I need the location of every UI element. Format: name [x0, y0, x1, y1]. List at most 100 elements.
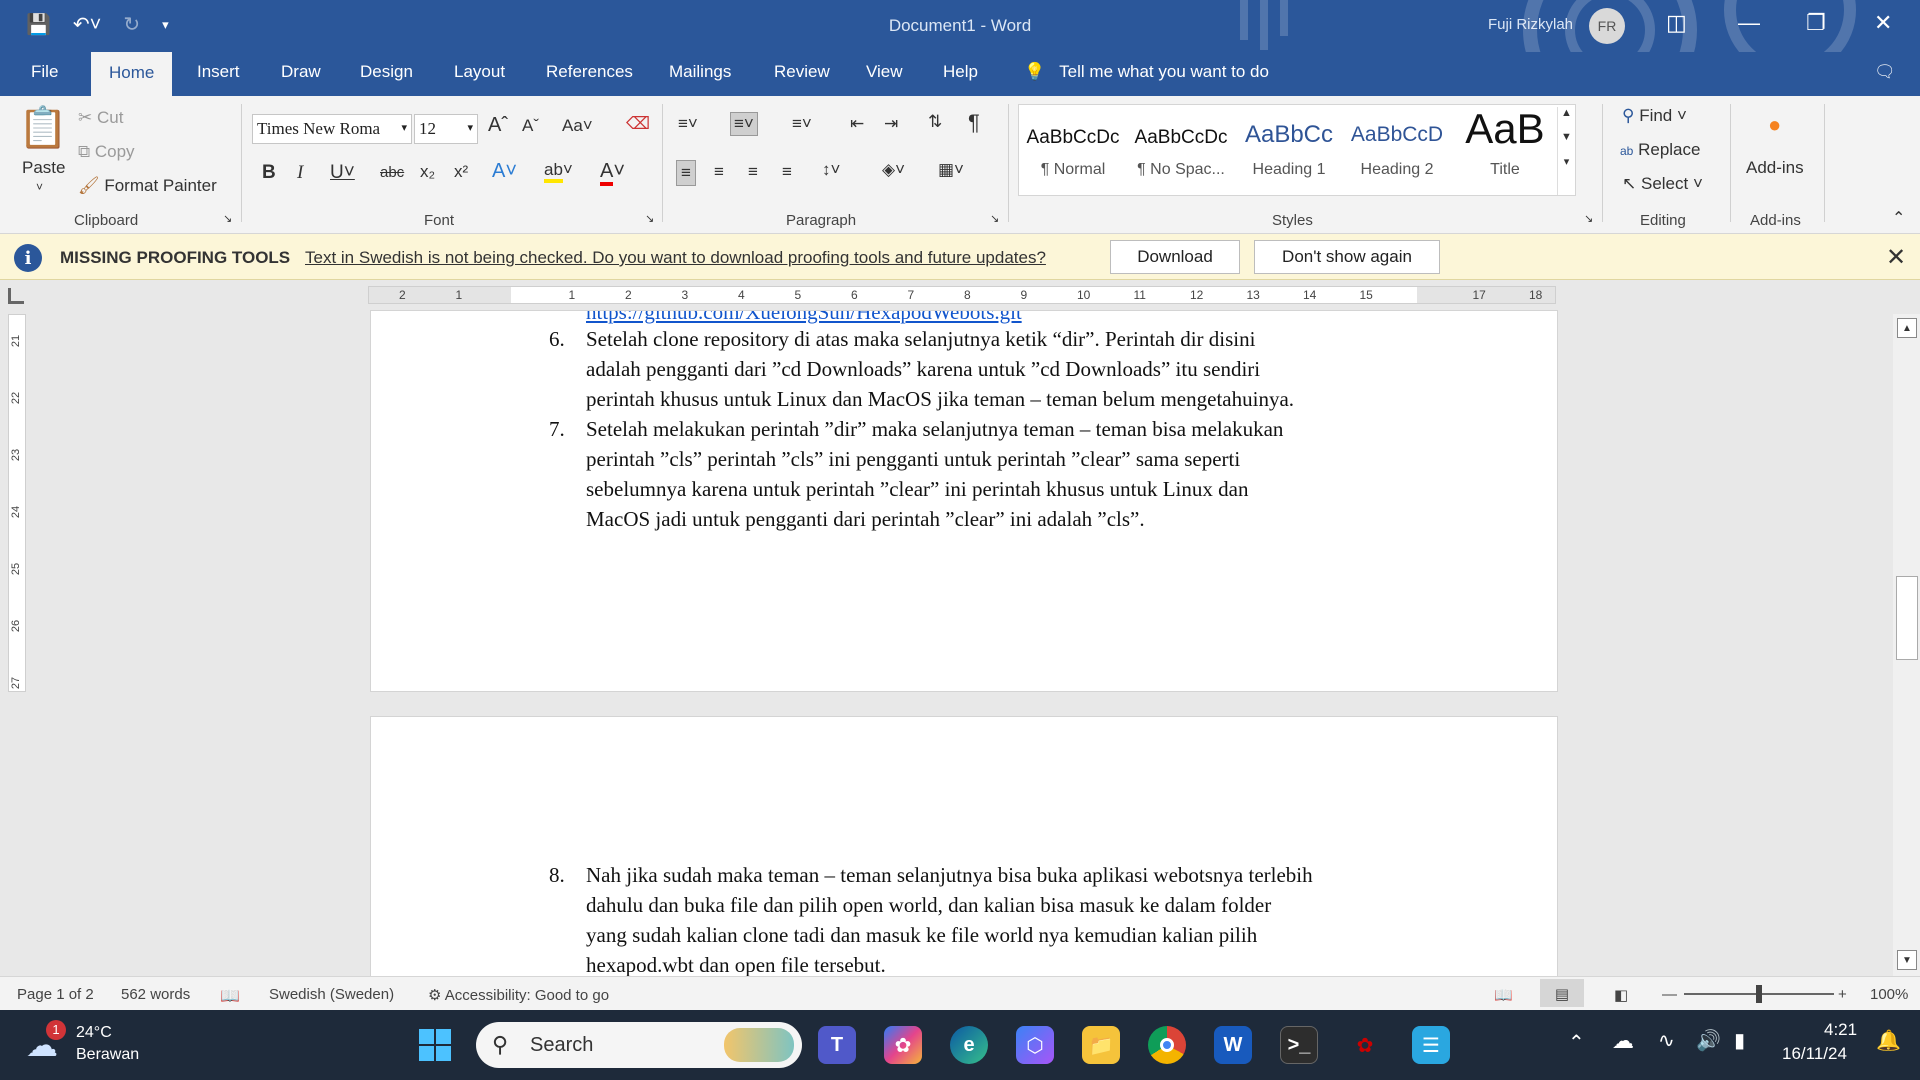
vertical-scrollbar[interactable]: ▲ ▼: [1893, 314, 1920, 976]
chrome-icon[interactable]: [1148, 1026, 1186, 1064]
clipboard-launcher-icon[interactable]: ↘: [223, 212, 232, 225]
font-name-input[interactable]: Times New Roma ▾: [252, 114, 412, 144]
align-left-icon[interactable]: ≡: [676, 160, 696, 186]
notepad-icon[interactable]: ☰: [1412, 1026, 1450, 1064]
ribbon-display-icon[interactable]: ◫: [1666, 10, 1687, 36]
web-layout-icon[interactable]: ◧: [1614, 986, 1628, 1004]
battery-icon[interactable]: ▮: [1734, 1028, 1745, 1053]
paste-icon[interactable]: 📋: [18, 104, 68, 151]
clock-date[interactable]: 16/11/24: [1782, 1044, 1847, 1064]
numbering-icon[interactable]: ≡˅: [730, 112, 758, 136]
style-no-spacing[interactable]: AaBbCcDc ¶ No Spac...: [1127, 105, 1235, 195]
start-icon[interactable]: [416, 1026, 454, 1064]
addins-icon[interactable]: ●: [1768, 112, 1781, 138]
teams-icon[interactable]: T: [818, 1026, 856, 1064]
paragraph-launcher-icon[interactable]: ↘: [990, 212, 999, 225]
shrink-font-icon[interactable]: Aˇ: [522, 116, 539, 136]
zoom-slider-thumb[interactable]: [1756, 985, 1762, 1003]
paste-dropdown-icon[interactable]: ˅: [36, 180, 43, 194]
taskbar-search[interactable]: ⚲ Search: [476, 1022, 802, 1068]
highlight-color-icon[interactable]: ab˅: [544, 160, 573, 183]
style-heading-2[interactable]: AaBbCcD Heading 2: [1343, 105, 1451, 195]
weather-widget[interactable]: ☁ 1 24°C Berawan: [24, 1020, 164, 1070]
borders-icon[interactable]: ▦˅: [938, 160, 964, 180]
restore-icon[interactable]: ❐: [1806, 10, 1826, 36]
document-page[interactable]: 8. Nah jika sudah maka teman – teman sel…: [370, 716, 1558, 980]
style-title[interactable]: AaB Title: [1451, 105, 1559, 195]
addins-button[interactable]: Add-ins: [1746, 158, 1804, 178]
subscript-icon[interactable]: x₂: [420, 162, 435, 182]
document-page[interactable]: https://github.com/XuelongSun/HexapodWeb…: [370, 310, 1558, 692]
copilot-icon[interactable]: ✿: [884, 1026, 922, 1064]
bold-icon[interactable]: B: [262, 162, 276, 184]
collapse-ribbon-icon[interactable]: ⌃: [1892, 208, 1905, 228]
paste-button[interactable]: Paste: [22, 158, 65, 178]
read-mode-icon[interactable]: 📖: [1494, 986, 1513, 1004]
decrease-indent-icon[interactable]: ⇤: [850, 114, 864, 134]
tab-home[interactable]: Home: [91, 52, 173, 96]
select-button[interactable]: ↖ Select ˅: [1622, 174, 1703, 194]
tab-references[interactable]: References: [546, 62, 633, 82]
grow-font-icon[interactable]: Aˆ: [488, 114, 508, 137]
notification-bell-icon[interactable]: 🔔: [1876, 1028, 1901, 1053]
show-formatting-icon[interactable]: ¶: [968, 110, 980, 136]
change-case-button[interactable]: Aa˅: [562, 116, 593, 136]
tab-view[interactable]: View: [866, 62, 903, 82]
zoom-slider[interactable]: [1684, 985, 1834, 1003]
horizontal-ruler[interactable]: 2 1 1 2 3 4 5 6 7 8 9 10 11 12 13 14 15 17 18: [368, 286, 1556, 304]
minimize-icon[interactable]: —: [1738, 10, 1760, 36]
tab-draw[interactable]: Draw: [281, 62, 321, 82]
copilot-app-icon[interactable]: ⬡: [1016, 1026, 1054, 1064]
download-button[interactable]: Download: [1110, 240, 1240, 274]
replace-button[interactable]: ab Replace: [1620, 140, 1700, 160]
show-hidden-icons[interactable]: ⌃: [1568, 1030, 1585, 1055]
strikethrough-icon[interactable]: abc: [380, 164, 404, 181]
close-icon[interactable]: ✕: [1886, 243, 1906, 272]
font-launcher-icon[interactable]: ↘: [645, 212, 654, 225]
scroll-thumb[interactable]: [1896, 576, 1918, 660]
edge-icon[interactable]: e: [950, 1026, 988, 1064]
close-icon[interactable]: ✕: [1874, 10, 1892, 36]
justify-icon[interactable]: ≡: [782, 162, 792, 182]
clock-time[interactable]: 4:21: [1824, 1020, 1857, 1040]
bug-app-icon[interactable]: ✿: [1346, 1026, 1384, 1064]
shading-icon[interactable]: ◈˅: [882, 160, 905, 180]
tab-help[interactable]: Help: [943, 62, 978, 82]
cut-button[interactable]: ✂ Cut: [78, 108, 123, 128]
italic-icon[interactable]: I: [297, 162, 303, 184]
word-count[interactable]: 562 words: [121, 986, 190, 1003]
superscript-icon[interactable]: x²: [454, 162, 468, 182]
language-indicator[interactable]: Swedish (Sweden): [269, 986, 394, 1003]
tab-mailings[interactable]: Mailings: [669, 62, 731, 82]
copy-button[interactable]: ⧉ Copy: [78, 142, 135, 162]
tab-review[interactable]: Review: [774, 62, 830, 82]
onedrive-icon[interactable]: ☁: [1612, 1028, 1634, 1054]
accessibility-status[interactable]: ⚙ Accessibility: Good to go: [428, 986, 609, 1004]
font-color-icon[interactable]: A˅: [600, 160, 625, 186]
font-size-input[interactable]: 12 ▾: [414, 114, 478, 144]
zoom-in-icon[interactable]: +: [1838, 986, 1847, 1003]
tab-selector[interactable]: [8, 288, 24, 304]
dont-show-again-button[interactable]: Don't show again: [1254, 240, 1440, 274]
wifi-icon[interactable]: ∿: [1658, 1028, 1675, 1053]
underline-icon[interactable]: U˅: [330, 162, 355, 184]
multilevel-list-icon[interactable]: ≡˅: [792, 114, 812, 134]
styles-launcher-icon[interactable]: ↘: [1584, 212, 1593, 225]
scroll-down-icon[interactable]: ▼: [1897, 950, 1917, 970]
volume-icon[interactable]: 🔊: [1696, 1028, 1721, 1053]
tab-layout[interactable]: Layout: [454, 62, 505, 82]
scroll-up-icon[interactable]: ▲: [1897, 318, 1917, 338]
format-painter-button[interactable]: 🖌 Format Painter: [78, 176, 217, 196]
style-normal[interactable]: AaBbCcDc ¶ Normal: [1019, 105, 1127, 195]
bullets-icon[interactable]: ≡˅: [678, 114, 698, 134]
vertical-ruler[interactable]: 21 22 23 24 25 26 27: [8, 314, 26, 692]
align-center-icon[interactable]: ≡: [714, 162, 724, 182]
sort-icon[interactable]: ⇅: [928, 112, 942, 132]
tab-file[interactable]: File: [31, 62, 58, 82]
word-icon[interactable]: W: [1214, 1026, 1252, 1064]
message-bar-link[interactable]: Text in Swedish is not being checked. Do…: [305, 248, 1046, 268]
tab-insert[interactable]: Insert: [197, 62, 240, 82]
zoom-out-icon[interactable]: —: [1662, 986, 1677, 1003]
page-count[interactable]: Page 1 of 2: [17, 986, 94, 1003]
terminal-icon[interactable]: >_: [1280, 1026, 1318, 1064]
